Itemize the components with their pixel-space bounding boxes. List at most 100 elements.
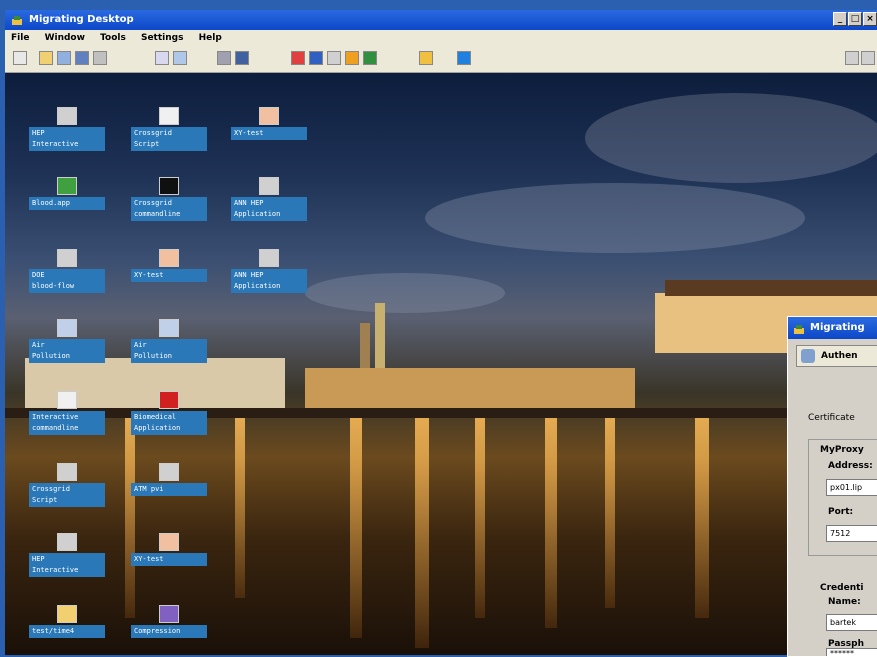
desktop-icon-ann-hep[interactable]: ANN HEP Application (231, 177, 307, 221)
app-icon (57, 107, 77, 125)
cloud (425, 183, 805, 253)
port-label: Port: (828, 507, 854, 517)
screen-icon[interactable] (235, 51, 249, 65)
cloud-icon (57, 319, 77, 337)
desktop-icon-blood-app[interactable]: Blood.app (29, 177, 105, 210)
help-query-icon[interactable] (327, 51, 341, 65)
script-icon (159, 107, 179, 125)
chart-icon[interactable] (363, 51, 377, 65)
app-icon (11, 14, 23, 26)
dialog-title: Migrating (810, 322, 865, 333)
cascade-icon[interactable] (861, 51, 875, 65)
desktop-icon-air-pollution[interactable]: Air Pollution (29, 319, 105, 363)
desktop-icon-atm-pvi[interactable]: ATM pvi (131, 463, 207, 496)
tile-icon[interactable] (845, 51, 859, 65)
auth-dialog: Migrating Authen Certificate MyProxy Add… (787, 316, 877, 657)
open-folder-icon[interactable] (39, 51, 53, 65)
toolbar (5, 46, 877, 73)
light-reflection (415, 418, 429, 648)
title-bar[interactable]: Migrating Desktop _ □ × (5, 10, 877, 30)
passphrase-input[interactable]: ****** (826, 648, 877, 656)
xy-icon (259, 107, 279, 125)
save-icon[interactable] (75, 51, 89, 65)
light-reflection (125, 418, 135, 618)
close-button[interactable]: × (863, 12, 877, 26)
maximize-button[interactable]: □ (848, 12, 862, 26)
desktop-icon-doe-blood-flow[interactable]: DOE blood-flow (29, 249, 105, 293)
app-icon (159, 463, 179, 481)
globe-icon[interactable] (457, 51, 471, 65)
play-icon (57, 391, 77, 409)
light-reflection (545, 418, 557, 628)
address-label: Address: (828, 461, 873, 471)
building (305, 368, 635, 408)
window-title: Migrating Desktop (29, 14, 134, 25)
heart-icon (159, 391, 179, 409)
window-icon[interactable] (309, 51, 323, 65)
desktop-icon-interactive-commandline[interactable]: Interactive commandline (29, 391, 105, 435)
app-icon (57, 249, 77, 267)
menu-tools[interactable]: Tools (100, 33, 126, 43)
desktop-icon-xy-test[interactable]: XY-test (231, 107, 307, 140)
script-icon (57, 463, 77, 481)
certificate-label: Certificate (808, 413, 855, 423)
desktop-icon-test-time4[interactable]: test/time4 (29, 605, 105, 638)
light-reflection (475, 418, 485, 618)
address-input[interactable]: px01.lip (826, 479, 877, 496)
desktop-area: HEP Interactive Crossgrid Script XY-test… (5, 73, 877, 655)
desktop-icon-hep-interactive[interactable]: HEP Interactive (29, 107, 105, 151)
desktop-icon-compression[interactable]: Compression (131, 605, 207, 638)
monitor-icon[interactable] (217, 51, 231, 65)
desktop-icon-hep-interactive-2[interactable]: HEP Interactive (29, 533, 105, 577)
name-label: Name: (828, 597, 861, 607)
desktop-icon-xy-test-2[interactable]: XY-test (131, 249, 207, 282)
app-icon (793, 322, 805, 334)
name-input[interactable]: bartek (826, 614, 877, 631)
star-icon[interactable] (345, 51, 359, 65)
app-icon (259, 177, 279, 195)
network-icon[interactable] (57, 51, 71, 65)
list-icon[interactable] (173, 51, 187, 65)
arrow-icon[interactable] (419, 51, 433, 65)
desktop-icon-biomedical[interactable]: Biomedical Application (131, 391, 207, 435)
myproxy-label: MyProxy (820, 445, 864, 455)
menu-window[interactable]: Window (45, 33, 85, 43)
app-icon (57, 533, 77, 551)
church-spire (360, 323, 370, 368)
app-icon (259, 249, 279, 267)
cloud (305, 273, 505, 313)
light-reflection (350, 418, 362, 638)
desktop-icon-air-pollution-2[interactable]: Air Pollution (131, 319, 207, 363)
minimize-button[interactable]: _ (833, 12, 847, 26)
xy-icon (159, 533, 179, 551)
key-icon (801, 349, 815, 363)
new-icon[interactable] (13, 51, 27, 65)
light-reflection (235, 418, 245, 598)
port-input[interactable]: 7512 (826, 525, 877, 542)
grid-icon (57, 177, 77, 195)
menu-settings[interactable]: Settings (141, 33, 183, 43)
desktop-icon-crossgrid-commandline[interactable]: Crossgrid commandline (131, 177, 207, 221)
church-spire (375, 303, 385, 368)
cloud (585, 93, 877, 183)
desktop-icon-crossgrid-script[interactable]: Crossgrid Script (131, 107, 207, 151)
cloud-icon (159, 319, 179, 337)
box-icon (159, 605, 179, 623)
desktop-icon-xy-test-3[interactable]: XY-test (131, 533, 207, 566)
desktop-icon-crossgrid-script-2[interactable]: Crossgrid Script (29, 463, 105, 507)
grid-icon[interactable] (155, 51, 169, 65)
light-reflection (695, 418, 709, 618)
menu-bar: File Window Tools Settings Help (5, 30, 877, 46)
clock-icon (57, 605, 77, 623)
menu-file[interactable]: File (11, 33, 29, 43)
tools-icon[interactable] (291, 51, 305, 65)
desktop-icon-ann-hep-2[interactable]: ANN HEP Application (231, 249, 307, 293)
tab-authentication[interactable]: Authen (796, 345, 877, 367)
light-reflection (605, 418, 615, 608)
menu-help[interactable]: Help (199, 33, 222, 43)
app-window: Migrating Desktop _ □ × File Window Tool… (5, 10, 877, 655)
dialog-title-bar[interactable]: Migrating (788, 317, 877, 339)
print-icon[interactable] (93, 51, 107, 65)
castle-roof (665, 280, 877, 296)
xy-icon (159, 249, 179, 267)
